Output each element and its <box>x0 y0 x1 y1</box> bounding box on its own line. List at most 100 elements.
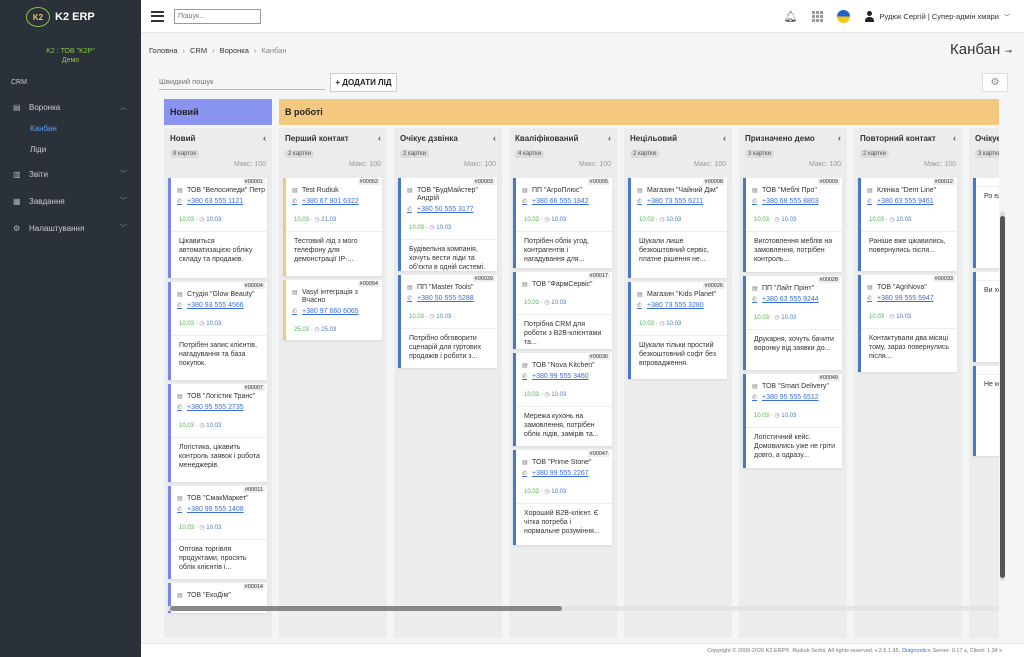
lead-card[interactable]: #00005 ▤ ПП "АгроПлюс" ✆ +380 66 555 1842 10.… <box>513 178 612 268</box>
lead-card[interactable]: #00001 ▤ ТОВ "Велосипеди" Петр ✆ +380 63 555… <box>168 178 267 278</box>
kanban-column: Нецільовий ‹ 2 картки Макс: 100 #00008 ▤ Магаз… <box>624 128 732 638</box>
lead-card[interactable]: #00008 ▤ Магазин "Чайний Дім" ✆ +380 73 555 … <box>628 178 727 278</box>
search-input[interactable] <box>174 8 261 24</box>
sidebar-item-reports[interactable]: ▥ Звіти ﹀ <box>0 163 141 185</box>
page-title: Канбан ⊸ <box>950 41 1012 58</box>
chevron-left-icon[interactable]: ‹ <box>263 133 266 143</box>
lead-card[interactable]: Ро ел ко <box>973 178 999 268</box>
lead-card[interactable]: #00003 ▤ ТОВ "БудМайстер" Андрій ✆ +380 50 5… <box>398 178 497 271</box>
footer: Copyright © 2000-2026 K2 ERP®. Rudiuk Se… <box>141 643 1024 657</box>
chevron-left-icon[interactable]: ‹ <box>838 133 841 143</box>
lead-card[interactable]: #00004 ▤ Студія "Glow Beauty" ✆ +380 93 555 … <box>168 282 267 380</box>
breadcrumb-current: Канбан <box>261 46 287 55</box>
card-count-badge: 4 картки <box>515 150 545 158</box>
lead-card[interactable]: #00009 ▤ ТОВ "Меблі Про" ✆ +380 68 555 8803 1… <box>743 178 842 272</box>
bell-icon[interactable]: 🔔︎ <box>784 10 798 23</box>
lead-phone[interactable]: +380 97 660 6065 <box>302 308 359 316</box>
horizontal-scrollbar[interactable] <box>167 606 999 611</box>
card-count-badge: 2 картки <box>285 150 315 158</box>
sidebar: K2 K2 ERP K2 : ТОВ "K2P" Демо CRM ▤ Воро… <box>0 0 141 657</box>
lead-card[interactable]: #00033 ▤ ТОВ "AgriNova" ✆ +380 99 555 5947 10… <box>858 275 957 372</box>
lead-card[interactable]: #00039 ▤ ПП "Master Tools" ✆ +380 50 555 528… <box>398 275 497 368</box>
lead-card[interactable]: #00047 ▤ ТОВ "Prime Stone" ✆ +380 99 555 226… <box>513 450 612 545</box>
lead-card[interactable]: #00036 ▤ ТОВ "Nova Kitchen" ✆ +380 99 555 34… <box>513 353 612 446</box>
lead-phone[interactable]: +380 50 555 3177 <box>417 206 474 214</box>
phone-icon: ✆ <box>752 297 758 303</box>
chevron-left-icon[interactable]: ‹ <box>378 133 381 143</box>
user-menu[interactable]: Рудюк Сергій | Супер-адмін хмари ﹀ <box>864 10 1010 23</box>
lead-card[interactable]: #00017 ▤ ТОВ "ФармСервіс" 10.03 · ◷ 10.03 По… <box>513 272 612 349</box>
sidebar-item-label: Воронка <box>29 102 61 112</box>
lead-phone[interactable]: +380 63 555 9461 <box>877 198 934 206</box>
chevron-left-icon[interactable]: ‹ <box>723 133 726 143</box>
lead-phone[interactable]: +380 66 555 1842 <box>532 198 589 206</box>
quick-search-input[interactable] <box>159 74 325 90</box>
lead-card[interactable]: Не ко пр <box>973 366 999 456</box>
lead-phone[interactable]: +380 73 555 3280 <box>647 302 704 310</box>
sidebar-item-funnel[interactable]: ▤ Воронка ︿ <box>0 96 141 118</box>
menu-icon[interactable] <box>151 10 164 22</box>
lead-description: Логістика, цікавить контроль заявок і ро… <box>171 437 267 470</box>
building-icon: ▤ <box>637 292 643 298</box>
logo[interactable]: K2 K2 ERP <box>0 0 141 34</box>
diagnostics-link[interactable]: Diagnostics <box>902 648 930 654</box>
lead-card[interactable]: #00007 ▤ ТОВ "Логістик Транс" ✆ +380 95 555 … <box>168 384 267 482</box>
vertical-scrollbar[interactable] <box>1000 211 1005 581</box>
building-icon: ▤ <box>407 188 413 194</box>
column-header: Нецільовий ‹ <box>624 128 732 148</box>
breadcrumb-crm[interactable]: CRM <box>190 46 207 55</box>
lead-name: ТОВ "БудМайстер" Андрій <box>417 187 478 202</box>
breadcrumb-funnel[interactable]: Воронка <box>220 46 249 55</box>
lead-card[interactable]: #00012 ▤ Клініка "Dent Line" ✆ +380 63 555 9… <box>858 178 957 271</box>
chevron-left-icon[interactable]: ‹ <box>493 133 496 143</box>
lead-description: Потрібен облік угод, контрагентів і нага… <box>516 231 612 264</box>
lead-phone[interactable]: +380 73 555 6211 <box>647 198 703 206</box>
lead-phone[interactable]: +380 99 555 5947 <box>877 295 934 303</box>
breadcrumb-home[interactable]: Головна <box>149 46 178 55</box>
lead-card[interactable]: #00011 ▤ ТОВ "СмакМаркет" ✆ +380 99 555 1408… <box>168 486 267 579</box>
lead-phone[interactable]: +380 99 555 1408 <box>187 506 244 514</box>
scrollbar-thumb[interactable] <box>1000 216 1005 578</box>
lead-phone-row: ✆ +380 50 555 5288 <box>401 295 497 303</box>
board-settings-button[interactable]: ⚙ <box>982 73 1008 92</box>
lead-card[interactable]: #00052 ▤ Test Rudiuk ✆ +380 67 901 6322 10.03… <box>283 178 382 276</box>
lead-phone[interactable]: +380 50 555 5288 <box>417 295 474 303</box>
sidebar-item-tasks[interactable]: ▦ Завдання ﹀ <box>0 190 141 212</box>
lead-phone[interactable]: +380 99 555 2267 <box>532 470 589 478</box>
ukraine-flag-icon[interactable] <box>836 10 850 23</box>
lead-phone[interactable]: +380 93 555 4566 <box>187 302 244 310</box>
lead-card[interactable]: Ви хо по <box>973 272 999 362</box>
breadcrumb-separator: › <box>182 46 186 55</box>
column-header: Перший контакт ‹ <box>279 128 387 148</box>
lead-phone[interactable]: +380 95 555 6512 <box>762 394 819 402</box>
chevron-left-icon[interactable]: ‹ <box>608 133 611 143</box>
lead-card[interactable]: #00026 ▤ Магазин "Kids Planet" ✆ +380 73 555… <box>628 282 727 379</box>
lead-phone[interactable]: +380 63 555 9244 <box>762 296 819 304</box>
lead-phone[interactable]: +380 63 555 1121 <box>187 198 243 206</box>
sidebar-sub-leads[interactable]: Ліди <box>0 139 141 160</box>
scrollbar-thumb[interactable] <box>170 606 562 611</box>
add-lead-button[interactable]: + ДОДАТИ ЛІД <box>330 73 397 92</box>
sidebar-sub-kanban[interactable]: Канбан <box>0 118 141 139</box>
column-title: Очікує дзвінка <box>400 133 458 143</box>
lead-name: ПП "Master Tools" <box>417 284 474 291</box>
kanban-column: Перший контакт ‹ 2 картки Макс: 100 #00052 ▤ T… <box>279 128 387 638</box>
lead-phone[interactable]: +380 95 555 2735 <box>187 404 244 412</box>
lead-description: Потрібна CRM для роботи з B2B-клієнтами … <box>516 314 612 347</box>
sidebar-item-settings[interactable]: ⚙ Налаштування ﹀ <box>0 217 141 239</box>
chevron-left-icon[interactable]: ‹ <box>953 133 956 143</box>
lead-card[interactable]: #00049 ▤ ТОВ "Smart Delivery" ✆ +380 95 555 … <box>743 374 842 468</box>
card-count-badge: 3 картки <box>745 150 775 158</box>
created-date: 10.03 <box>179 217 195 223</box>
lead-card[interactable]: #00054 ▤ Vasyl інтеграція з Вчасно ✆ +380 97… <box>283 280 382 340</box>
lead-phone[interactable]: +380 67 901 6322 <box>302 198 359 206</box>
lead-dates: 10.03 · ◷ 10.03 <box>401 313 497 320</box>
lead-phone-row: ✆ +380 95 555 2735 <box>171 404 267 412</box>
lead-dates: 10.03 · ◷ 10.03 <box>171 320 267 327</box>
apps-grid-icon[interactable] <box>811 11 823 22</box>
lead-card[interactable]: #00028 ▤ ПП "Лайт Прінт" ✆ +380 63 555 9244 1… <box>743 276 842 370</box>
kanban-board: Новий В роботі Новий ‹ 8 карток Макс: 100 #000… <box>163 99 999 644</box>
lead-phone[interactable]: +380 68 555 8803 <box>762 198 819 206</box>
lead-phone[interactable]: +380 99 555 3460 <box>532 373 589 381</box>
date-separator: · ◷ <box>309 327 322 333</box>
